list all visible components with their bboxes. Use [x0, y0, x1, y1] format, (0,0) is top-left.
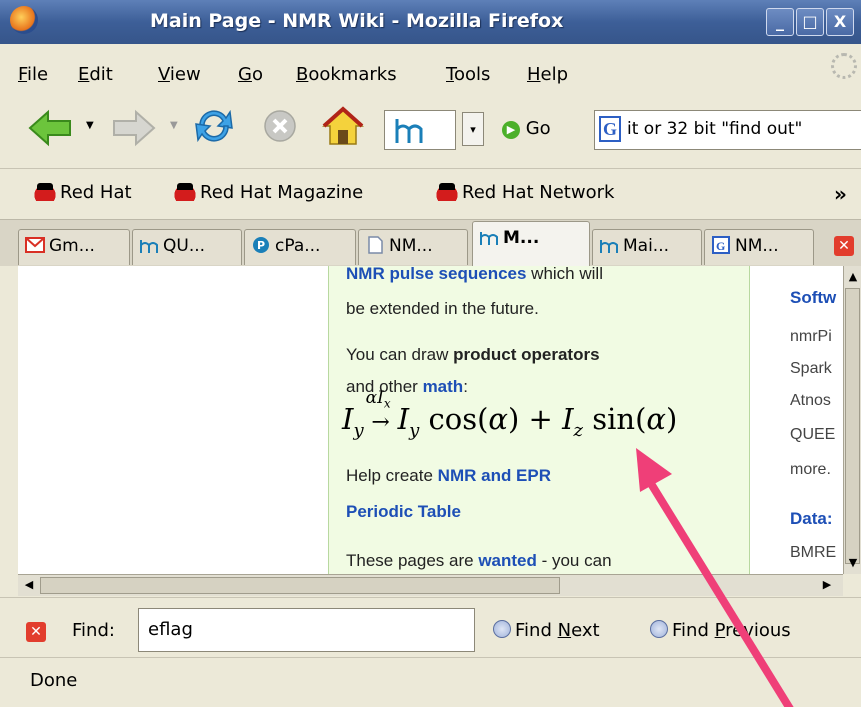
- svg-text:P: P: [257, 239, 265, 252]
- bookmarks-overflow-chevron[interactable]: »: [834, 182, 847, 206]
- vertical-scroll-thumb[interactable]: [845, 288, 860, 564]
- nmr-pulse-sequences-link[interactable]: NMR pulse sequences: [346, 266, 526, 283]
- bookmark-red-hat[interactable]: Red Hat: [32, 181, 132, 203]
- activity-throbber-icon: [831, 53, 857, 79]
- redhat-icon: [172, 181, 198, 201]
- tab-quiz[interactable]: QU...: [132, 229, 242, 265]
- tab-cpanel[interactable]: PcPa...: [244, 229, 356, 265]
- url-history-dropdown[interactable]: ▾: [462, 112, 484, 146]
- right-item[interactable]: nmrPi: [790, 328, 832, 346]
- wanted-link[interactable]: wanted: [478, 551, 537, 570]
- horizontal-scrollbar[interactable]: ◀ ▶: [18, 574, 843, 596]
- search-text: it or 32 bit "find out": [627, 119, 803, 139]
- find-input[interactable]: eflag: [138, 608, 475, 652]
- close-tab-icon[interactable]: ✕: [834, 236, 854, 256]
- search-box[interactable]: G it or 32 bit "find out": [594, 110, 861, 150]
- nmrwiki-site-icon: [395, 119, 423, 143]
- svg-text:G: G: [716, 239, 725, 253]
- wiki-left-pane: [18, 266, 288, 574]
- data-heading[interactable]: Data:: [790, 509, 833, 529]
- content-line-1: NMR pulse sequences which will: [346, 266, 603, 283]
- right-item[interactable]: more.: [790, 461, 831, 479]
- tab-nmr-page[interactable]: NM...: [358, 229, 468, 265]
- software-heading[interactable]: Softw: [790, 288, 836, 308]
- gmail-icon: [25, 237, 45, 253]
- cpanel-icon: P: [253, 237, 269, 253]
- go-button[interactable]: ▶ Go: [502, 118, 551, 139]
- menu-edit[interactable]: Edit: [78, 64, 113, 85]
- tab-mail[interactable]: Mai...: [592, 229, 702, 265]
- right-item[interactable]: QUEE: [790, 426, 835, 444]
- nmrwiki-icon: [480, 232, 498, 245]
- horizontal-scroll-thumb[interactable]: [40, 577, 560, 594]
- bookmark-red-hat-network[interactable]: Red Hat Network: [434, 181, 614, 203]
- product-operator-formula: Iy αIx → Iy cos(α) + Iz sin(α): [342, 388, 678, 441]
- firefox-logo-icon[interactable]: [10, 6, 38, 34]
- nmrwiki-icon: [600, 240, 618, 253]
- close-button[interactable]: X: [826, 8, 854, 36]
- title-bar[interactable]: Main Page - NMR Wiki - Mozilla Firefox _…: [0, 0, 861, 44]
- sidebar-gutter: [0, 266, 18, 596]
- find-next-icon: [493, 620, 511, 638]
- content-line-6: Periodic Table: [346, 502, 461, 522]
- right-column: Softw nmrPi Spark Atnos QUEE more. Data:…: [788, 266, 843, 574]
- main-green-box: NMR pulse sequences which will be extend…: [328, 266, 750, 574]
- minimize-button[interactable]: _: [766, 8, 794, 36]
- menu-tools[interactable]: Tools: [446, 64, 490, 85]
- google-search-icon[interactable]: G: [599, 116, 621, 142]
- firefox-window: Main Page - NMR Wiki - Mozilla Firefox _…: [0, 0, 861, 707]
- periodic-table-link[interactable]: Periodic Table: [346, 502, 461, 521]
- find-label: Find:: [72, 620, 115, 641]
- find-previous-button[interactable]: Find Previous: [650, 620, 791, 641]
- reload-icon[interactable]: [192, 104, 236, 148]
- scroll-up-icon[interactable]: ▲: [844, 268, 861, 286]
- back-dropdown-icon[interactable]: ▼: [86, 120, 94, 131]
- menu-view[interactable]: View: [158, 64, 201, 85]
- menu-bookmarks[interactable]: Bookmarks: [296, 64, 397, 85]
- menu-help[interactable]: Help: [527, 64, 568, 85]
- nmr-epr-link[interactable]: NMR and EPR: [438, 466, 551, 485]
- right-item[interactable]: Spark: [790, 360, 832, 378]
- menu-bar: [0, 44, 861, 88]
- menu-file[interactable]: File: [18, 64, 48, 85]
- forward-arrow-icon[interactable]: [110, 108, 158, 148]
- math-link[interactable]: math: [423, 377, 464, 396]
- vertical-scrollbar[interactable]: ▲ ▼: [843, 266, 861, 574]
- tab-gmail[interactable]: Gm...: [18, 229, 130, 265]
- status-text: Done: [30, 670, 78, 691]
- go-arrow-icon: ▶: [502, 121, 520, 139]
- scroll-down-icon[interactable]: ▼: [844, 554, 861, 572]
- menu-go[interactable]: Go: [238, 64, 263, 85]
- tab-nmr-google[interactable]: G NM...: [704, 229, 814, 265]
- content-line-5: Help create NMR and EPR: [346, 466, 552, 485]
- content-line-7: These pages are wanted - you can: [346, 551, 612, 570]
- tab-main-page-active[interactable]: M...: [472, 221, 590, 267]
- page-icon: [368, 236, 383, 254]
- go-label: Go: [525, 118, 551, 139]
- forward-dropdown-icon[interactable]: ▼: [170, 120, 178, 131]
- nmrwiki-icon: [140, 240, 158, 253]
- right-item[interactable]: Atnos: [790, 392, 831, 410]
- google-icon: G: [712, 236, 730, 254]
- redhat-icon: [32, 181, 58, 201]
- page-content: NMR pulse sequences which will be extend…: [18, 266, 843, 574]
- url-bar[interactable]: [384, 110, 456, 150]
- home-icon[interactable]: [320, 104, 366, 148]
- scroll-right-icon[interactable]: ▶: [818, 576, 836, 594]
- redhat-icon: [434, 181, 460, 201]
- find-previous-icon: [650, 620, 668, 638]
- maximize-button[interactable]: □: [796, 8, 824, 36]
- bookmark-red-hat-magazine[interactable]: Red Hat Magazine: [172, 181, 363, 203]
- content-line-2: be extended in the future.: [346, 299, 539, 318]
- scroll-left-icon[interactable]: ◀: [20, 576, 38, 594]
- close-find-bar-icon[interactable]: ✕: [26, 622, 46, 642]
- back-arrow-icon[interactable]: [26, 108, 74, 148]
- content-line-4: and other math:: [346, 377, 468, 396]
- status-bar: [0, 657, 861, 707]
- stop-icon[interactable]: [262, 108, 298, 144]
- content-line-3: You can draw product operators: [346, 345, 600, 364]
- find-next-button[interactable]: Find Next: [493, 620, 600, 641]
- window-title: Main Page - NMR Wiki - Mozilla Firefox: [150, 10, 564, 32]
- right-item[interactable]: BMRE: [790, 544, 836, 562]
